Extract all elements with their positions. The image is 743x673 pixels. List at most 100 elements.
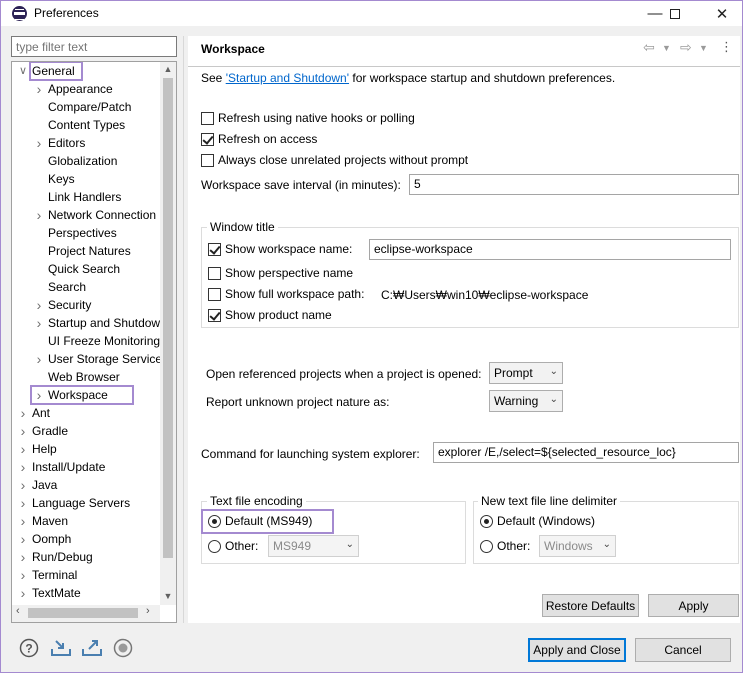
oomph-record-icon[interactable] [113, 638, 133, 658]
panel-divider[interactable] [183, 36, 184, 623]
refresh-native-hooks-checkbox[interactable]: Refresh using native hooks or polling [201, 111, 415, 125]
encoding-other-select[interactable]: MS949 ⌄ [268, 535, 359, 557]
tree-item-label: Compare/Patch [48, 100, 132, 114]
tree-item-label: Gradle [32, 424, 69, 438]
chevron-right-icon[interactable]: › [34, 80, 44, 98]
chevron-right-icon[interactable]: › [18, 512, 28, 530]
combo-value: Windows [544, 539, 593, 553]
radio-label: Default (Windows) [497, 514, 596, 528]
scroll-up-icon[interactable]: ▲ [160, 64, 176, 74]
apply-button[interactable]: Apply [648, 594, 739, 617]
checkbox-box [201, 132, 214, 146]
filter-input[interactable] [11, 36, 177, 57]
help-icon[interactable]: ? [19, 638, 39, 658]
tree-highlight-box [30, 385, 134, 405]
forward-menu-icon[interactable]: ▼ [699, 43, 708, 53]
chevron-right-icon[interactable]: › [34, 314, 44, 332]
apply-and-close-button[interactable]: Apply and Close [528, 638, 626, 662]
chevron-right-icon[interactable]: › [18, 530, 28, 548]
tree-item-search[interactable]: Search [12, 278, 160, 296]
maximize-button[interactable] [658, 1, 692, 26]
tree-item-run-debug[interactable]: › Run/Debug [12, 548, 160, 566]
tree-item-ant[interactable]: › Ant [12, 404, 160, 422]
scroll-right-icon[interactable]: › [146, 605, 150, 617]
chevron-down-icon[interactable]: ∨ [18, 62, 28, 80]
scroll-left-icon[interactable]: ‹ [16, 605, 20, 617]
chevron-right-icon[interactable]: › [18, 494, 28, 512]
workspace-name-input[interactable]: eclipse-workspace [369, 239, 731, 260]
tree-item-startup-and-shutdow[interactable]: › Startup and Shutdow [12, 314, 160, 332]
tree-item-keys[interactable]: Keys [12, 170, 160, 188]
chevron-right-icon[interactable]: › [18, 548, 28, 566]
chevron-right-icon[interactable]: › [34, 206, 44, 224]
chevron-down-icon: ⌄ [549, 394, 558, 405]
tree-item-editors[interactable]: › Editors [12, 134, 160, 152]
chevron-right-icon[interactable]: › [34, 134, 44, 152]
delimiter-default-radio[interactable]: Default (Windows) [480, 514, 595, 528]
save-interval-label: Workspace save interval (in minutes): [201, 178, 401, 192]
tree-item-link-handlers[interactable]: Link Handlers [12, 188, 160, 206]
tree-item-perspectives[interactable]: Perspectives [12, 224, 160, 242]
open-referenced-select[interactable]: Prompt ⌄ [489, 362, 563, 384]
tree-item-textmate[interactable]: › TextMate [12, 584, 160, 602]
tree-item-appearance[interactable]: › Appearance [12, 80, 160, 98]
explorer-command-input[interactable]: explorer /E,/select=${selected_resource_… [433, 442, 739, 463]
tree-item-content-types[interactable]: Content Types [12, 116, 160, 134]
close-button[interactable]: ✕ [705, 1, 739, 26]
show-product-name-checkbox[interactable]: Show product name [208, 308, 332, 322]
tree-item-user-storage-service[interactable]: › User Storage Service [12, 350, 162, 368]
chevron-right-icon[interactable]: › [18, 440, 28, 458]
back-menu-icon[interactable]: ▼ [662, 43, 671, 53]
chevron-right-icon[interactable]: › [18, 422, 28, 440]
tree-item-security[interactable]: › Security [12, 296, 160, 314]
tree-item-network-connection[interactable]: › Network Connection [12, 206, 160, 224]
tree-item-gradle[interactable]: › Gradle [12, 422, 160, 440]
radio-label: Other: [225, 539, 259, 553]
tree-item-compare-patch[interactable]: Compare/Patch [12, 98, 160, 116]
tree-item-ui-freeze-monitoring[interactable]: UI Freeze Monitoring [12, 332, 160, 350]
report-unknown-select[interactable]: Warning ⌄ [489, 390, 563, 412]
view-menu-icon[interactable]: ⋮ [720, 39, 733, 55]
encoding-other-radio[interactable]: Other: [208, 539, 258, 553]
tree-item-terminal[interactable]: › Terminal [12, 566, 160, 584]
delimiter-other-select[interactable]: Windows ⌄ [539, 535, 616, 557]
tree-item-java[interactable]: › Java [12, 476, 160, 494]
tree-item-label: UI Freeze Monitoring [48, 334, 161, 348]
cancel-button[interactable]: Cancel [635, 638, 731, 662]
tree-item-maven[interactable]: › Maven [12, 512, 160, 530]
scroll-down-icon[interactable]: ▼ [160, 591, 176, 601]
show-workspace-name-checkbox[interactable]: Show workspace name: [208, 242, 352, 256]
show-perspective-name-checkbox[interactable]: Show perspective name [208, 266, 353, 280]
show-full-path-checkbox[interactable]: Show full workspace path: [208, 287, 364, 301]
startup-shutdown-link[interactable]: 'Startup and Shutdown' [226, 71, 349, 85]
delimiter-other-radio[interactable]: Other: [480, 539, 530, 553]
save-interval-input[interactable]: 5 [409, 174, 739, 195]
scroll-thumb[interactable] [163, 78, 173, 558]
chevron-right-icon[interactable]: › [34, 350, 44, 368]
tree-item-oomph[interactable]: › Oomph [12, 530, 160, 548]
tree-item-quick-search[interactable]: Quick Search [12, 260, 160, 278]
chevron-right-icon[interactable]: › [18, 584, 28, 602]
hscroll-thumb[interactable] [28, 608, 138, 618]
refresh-on-access-checkbox[interactable]: Refresh on access [201, 132, 317, 146]
preferences-tree: › TextMate › Terminal › Run/Debug › Oomph › Maven… [11, 61, 177, 623]
tree-item-project-natures[interactable]: Project Natures [12, 242, 160, 260]
import-icon[interactable] [50, 638, 71, 658]
tree-item-web-browser[interactable]: Web Browser [12, 368, 160, 386]
tree-item-language-servers[interactable]: › Language Servers [12, 494, 160, 512]
tree-item-install-update[interactable]: › Install/Update [12, 458, 160, 476]
chevron-right-icon[interactable]: › [34, 296, 44, 314]
tree-item-help[interactable]: › Help [12, 440, 160, 458]
chevron-right-icon[interactable]: › [18, 404, 28, 422]
chevron-right-icon[interactable]: › [18, 566, 28, 584]
close-unrelated-checkbox[interactable]: Always close unrelated projects without … [201, 153, 468, 167]
restore-defaults-button[interactable]: Restore Defaults [542, 594, 639, 617]
back-icon[interactable]: ⇦ [643, 39, 655, 56]
chevron-right-icon[interactable]: › [18, 476, 28, 494]
chevron-right-icon[interactable]: › [18, 458, 28, 476]
forward-icon[interactable]: ⇨ [680, 39, 692, 56]
tree-vertical-scrollbar[interactable]: ▲ ▼ [160, 62, 176, 605]
export-icon[interactable] [81, 638, 102, 658]
tree-item-globalization[interactable]: Globalization [12, 152, 160, 170]
tree-horizontal-scrollbar[interactable]: ‹ › [12, 605, 160, 622]
